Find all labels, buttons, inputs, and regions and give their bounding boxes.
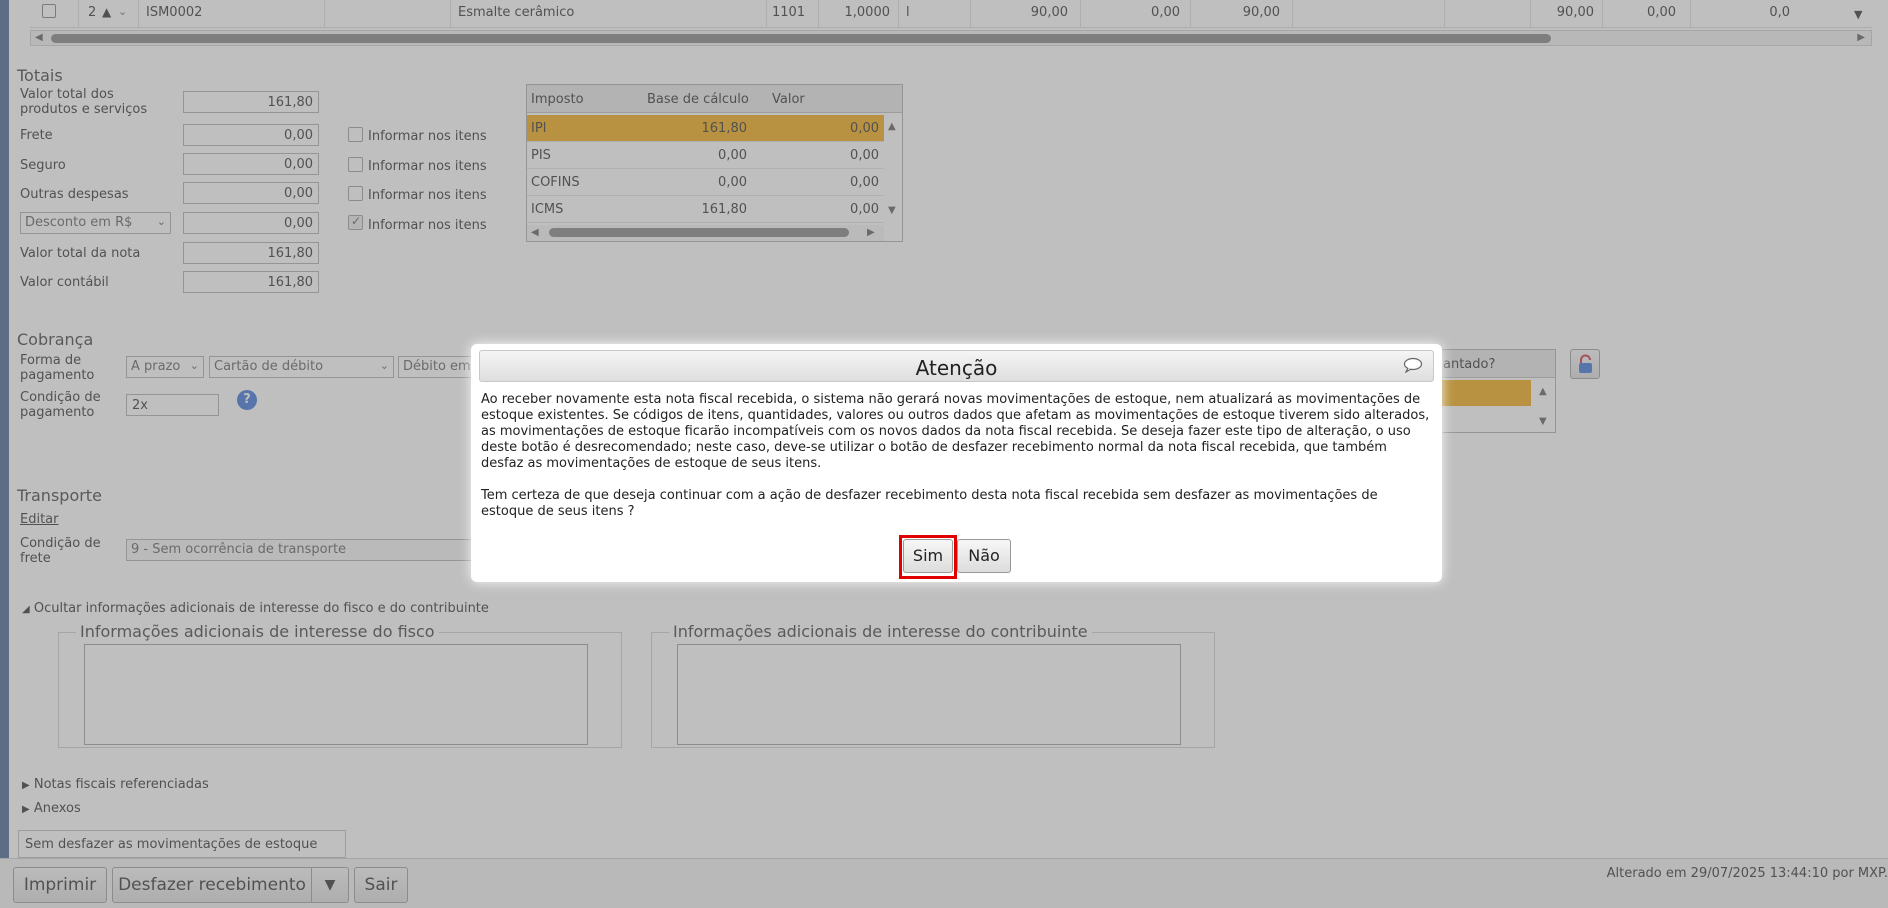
- no-button[interactable]: Não: [957, 539, 1011, 573]
- dialog-message: Ao receber novamente esta nota fiscal re…: [481, 392, 1431, 520]
- dialog-paragraph-1: Ao receber novamente esta nota fiscal re…: [481, 392, 1430, 471]
- dialog-paragraph-2: Tem certeza de que deseja continuar com …: [481, 488, 1378, 519]
- yes-button[interactable]: Sim: [903, 539, 953, 573]
- dialog-title: Atenção: [915, 356, 998, 380]
- dialog-titlebar: Atenção: [479, 350, 1434, 382]
- confirm-dialog: Atenção Ao receber novamente esta nota f…: [471, 344, 1442, 582]
- chat-bubble-icon[interactable]: [1403, 357, 1423, 373]
